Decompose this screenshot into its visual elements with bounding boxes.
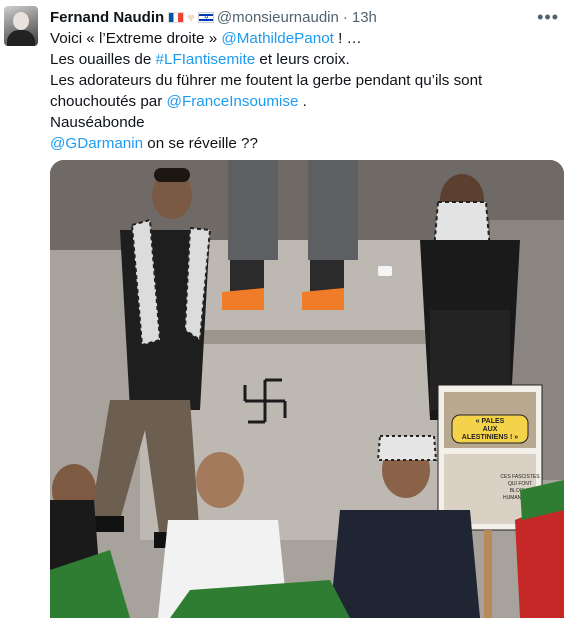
text-segment: Les adorateurs du führer me foutent la g… [50,72,483,89]
sign-text: AUX [483,426,498,433]
tweet-line: Les adorateurs du führer me foutent la g… [50,70,560,91]
text-segment: Voici « l’Extreme droite » [50,30,222,47]
text-segment: Nauséabonde [50,114,145,131]
tweet-line: chouchoutés par @FranceInsoumise . [50,91,560,112]
text-segment: ! … [333,30,362,47]
text-segment: et leurs croix. [255,51,350,68]
sign-small-text: CES FASCISTES [500,474,540,480]
sign-text: « PALES [476,418,505,425]
tweet-photo[interactable]: « PALES AUX ALESTINIENS ! » CES FASCISTE… [50,160,564,618]
hashtag-link[interactable]: #LFIantisemite [156,51,256,68]
tweet-text: Voici « l’Extreme droite » @MathildePano… [50,28,560,154]
text-segment: Les ouailles de [50,51,156,68]
tweet-line: Nauséabonde [50,112,560,133]
avatar-head [13,12,29,30]
israel-flag-icon: ✡ [197,11,214,23]
protest-photo-illustration: « PALES AUX ALESTINIENS ! » CES FASCISTE… [50,160,564,618]
tweet-line: Les ouailles de #LFIantisemite et leurs … [50,49,560,70]
sign-small-text: QUI FONT [508,481,532,487]
mention-link[interactable]: @GDarmanin [50,135,143,152]
avatar-body [7,30,35,46]
author-avatar[interactable] [4,6,38,46]
tweet-header: Fernand Naudin 🇫🇷🤍🇮🇱 ♥ ✡ @monsieurnaudin… [50,6,559,28]
more-options-icon[interactable]: ••• [537,8,559,26]
author-name[interactable]: Fernand Naudin [50,9,164,26]
tweet-timestamp[interactable]: 13h [352,9,377,26]
mention-link[interactable]: @FranceInsoumise [167,93,299,110]
separator-dot: · [342,8,348,26]
mention-link[interactable]: @MathildePanot [221,30,334,47]
tweet-line: @GDarmanin on se réveille ?? [50,133,560,154]
white-heart-icon: ♥ [187,9,195,25]
author-handle[interactable]: @monsieurnaudin [217,9,339,26]
france-flag-icon [168,11,185,23]
text-segment: chouchoutés par [50,93,167,110]
text-segment: on se réveille ?? [143,135,258,152]
text-segment: . [298,93,307,110]
tweet-line: Voici « l’Extreme droite » @MathildePano… [50,28,560,49]
sign-text: ALESTINIENS ! » [462,434,519,441]
